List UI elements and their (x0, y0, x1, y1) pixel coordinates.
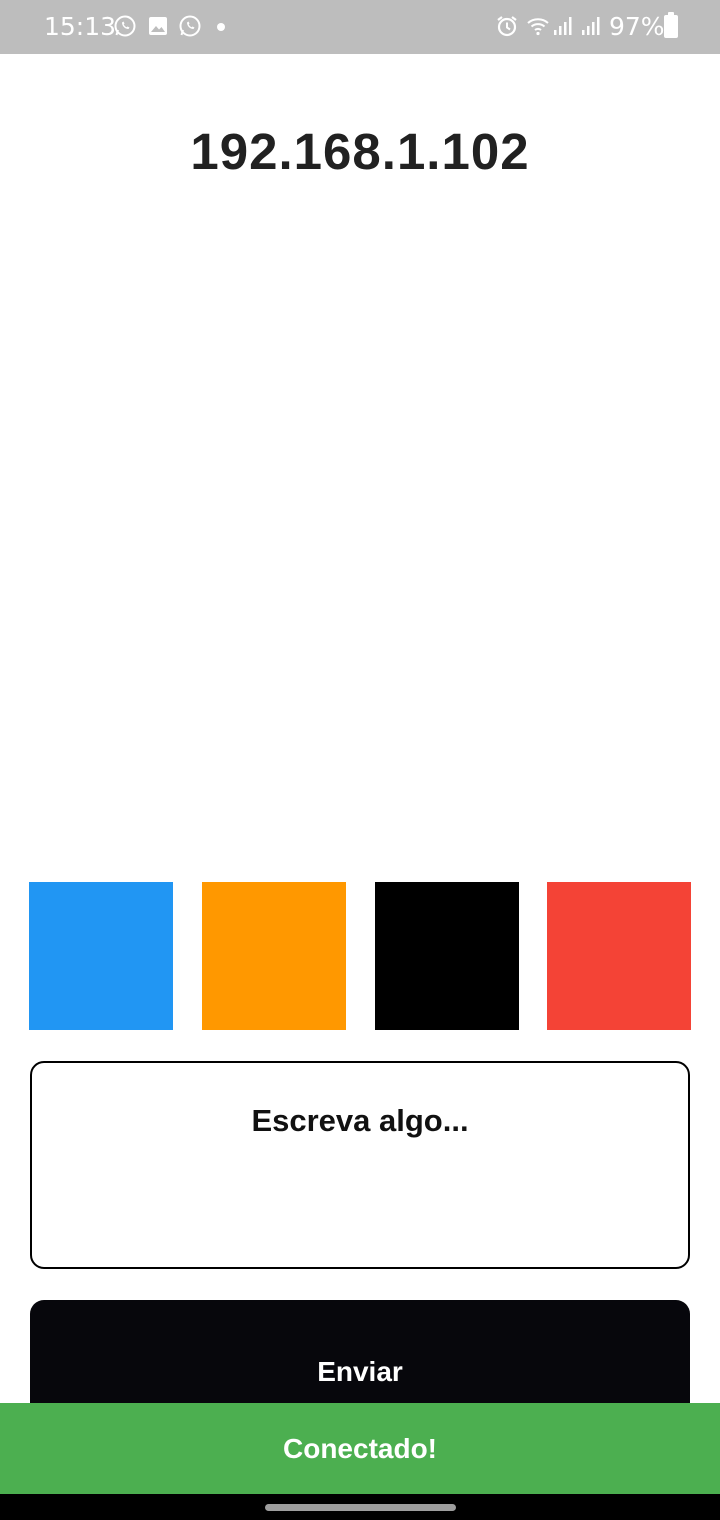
signal-icon (550, 14, 574, 38)
gallery-icon (146, 14, 170, 38)
color-swatch-orange[interactable] (202, 882, 346, 1030)
color-swatch-blue[interactable] (29, 882, 173, 1030)
status-bar: 15:13 97% (0, 0, 720, 54)
whatsapp-icon (178, 14, 202, 38)
send-button-label: Enviar (317, 1356, 403, 1387)
home-handle[interactable] (265, 1504, 456, 1511)
alarm-icon (495, 14, 519, 38)
battery-percent: 97% (609, 12, 665, 41)
color-swatch-black[interactable] (375, 882, 519, 1030)
message-input[interactable] (30, 1061, 690, 1269)
color-swatch-red[interactable] (547, 882, 691, 1030)
whatsapp-icon (113, 14, 137, 38)
signal-icon (578, 14, 602, 38)
status-time: 15:13 (44, 12, 117, 41)
snackbar-text: Conectado! (283, 1433, 437, 1464)
wifi-icon (526, 14, 550, 38)
connection-snackbar: Conectado! (0, 1403, 720, 1494)
ip-address-title: 192.168.1.102 (190, 123, 530, 180)
notification-dot-icon (217, 23, 225, 31)
navigation-bar (0, 1494, 720, 1520)
battery-icon (664, 12, 678, 38)
